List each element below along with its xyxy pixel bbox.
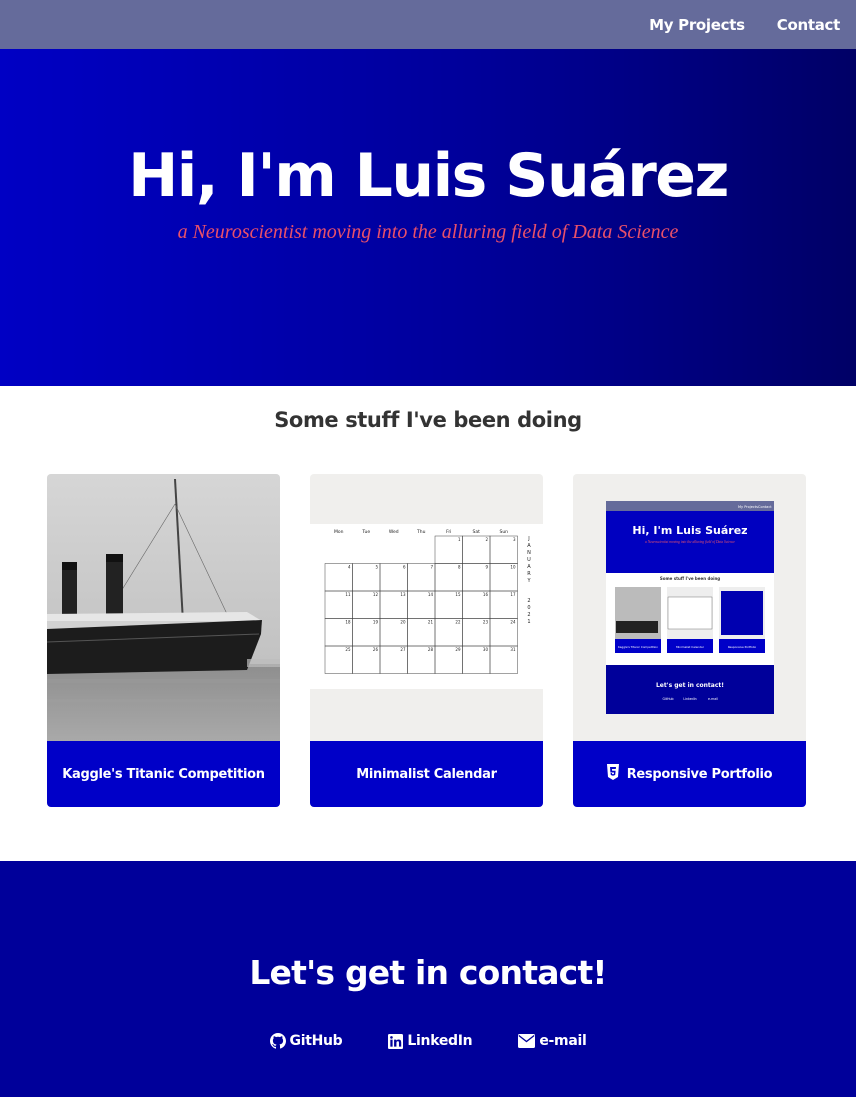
- calendar-day-number: 27: [400, 647, 406, 652]
- calendar-day-number: 5: [375, 565, 378, 570]
- calendar-day-number: 24: [510, 620, 516, 625]
- html5-icon: [606, 764, 619, 784]
- calendar-month-letter: Y: [526, 578, 531, 584]
- calendar-month-letter: R: [527, 571, 531, 577]
- calendar-year-digit: 2: [527, 612, 530, 618]
- project-title-titanic: Kaggle's Titanic Competition: [62, 766, 265, 782]
- email-link[interactable]: e-mail: [518, 1033, 587, 1049]
- calendar-preview: Mon Tue Wed Thu Fri Sat Sun 1 2 3 4 5 6 7 8 9 10 11 12 13 14…: [310, 474, 543, 741]
- calendar-day-number: 31: [510, 647, 516, 652]
- calendar-day-number: 7: [430, 565, 433, 570]
- github-icon: [269, 1033, 286, 1049]
- project-title-portfolio: Responsive Portfolio: [626, 766, 773, 782]
- nav-my-projects[interactable]: My Projects: [649, 16, 745, 34]
- svg-text:Some stuff I've been doing: Some stuff I've been doing: [660, 576, 720, 581]
- project-card-portfolio[interactable]: My Projects Contact Hi, I'm Luis Suárez …: [573, 474, 806, 807]
- calendar-day-number: 4: [348, 565, 351, 570]
- calendar-day-number: 30: [483, 647, 489, 652]
- svg-text:Minimalist Calendar: Minimalist Calendar: [676, 645, 705, 649]
- titanic-photo: [47, 474, 280, 741]
- email-label: e-mail: [539, 1033, 587, 1049]
- calendar-day-number: 18: [345, 620, 351, 625]
- calendar-month-letter: U: [527, 557, 531, 563]
- svg-text:Kaggle's Titanic Competition: Kaggle's Titanic Competition: [618, 645, 658, 649]
- linkedin-link[interactable]: LinkedIn: [388, 1033, 473, 1049]
- project-label-calendar: Minimalist Calendar: [310, 741, 543, 807]
- calendar-day-number: 3: [513, 537, 516, 542]
- calendar-month-letter: N: [527, 550, 531, 556]
- calendar-year-digit: 1: [527, 619, 530, 625]
- calendar-day-number: 15: [455, 592, 461, 597]
- top-nav: My Projects Contact: [0, 0, 856, 49]
- hero-section: Hi, I'm Luis Suárez a Neuroscientist mov…: [0, 49, 856, 386]
- project-card-calendar[interactable]: Mon Tue Wed Thu Fri Sat Sun 1 2 3 4 5 6 7 8 9 10 11 12 13 14…: [310, 474, 543, 807]
- calendar-day-number: 6: [403, 565, 406, 570]
- calendar-day-number: 25: [345, 647, 351, 652]
- calendar-weekday: Fri: [446, 529, 451, 535]
- hero-subtitle: a Neuroscientist moving into the allurin…: [177, 221, 679, 243]
- calendar-weekday: Tue: [361, 529, 370, 535]
- calendar-year-digit: 2: [527, 598, 530, 604]
- calendar-day-number: 19: [373, 620, 379, 625]
- svg-text:e-mail: e-mail: [708, 697, 718, 701]
- svg-text:My Projects: My Projects: [738, 505, 758, 509]
- calendar-month-letter: A: [527, 543, 531, 549]
- calendar-day-number: 10: [510, 565, 516, 570]
- calendar-day-number: 11: [345, 592, 351, 597]
- calendar-day-number: 23: [483, 620, 489, 625]
- project-title-calendar: Minimalist Calendar: [356, 766, 497, 782]
- calendar-grid: Mon Tue Wed Thu Fri Sat Sun1 2 34 5 6 7 8 9 1011 12 13 14…: [324, 529, 531, 674]
- svg-text:Let's get in contact!: Let's get in contact!: [656, 682, 724, 689]
- portfolio-preview: My Projects Contact Hi, I'm Luis Suárez …: [573, 474, 806, 741]
- calendar-day-number: 29: [455, 647, 461, 652]
- calendar-month-letter: J: [527, 536, 529, 542]
- github-label: GitHub: [289, 1033, 343, 1049]
- calendar-day-number: 28: [428, 647, 434, 652]
- svg-text:Contact: Contact: [758, 505, 772, 509]
- calendar-sheet: Mon Tue Wed Thu Fri Sat Sun 1 2 3 4 5 6 7 8 9 10 11 12 13 14…: [310, 524, 543, 689]
- projects-heading: Some stuff I've been doing: [274, 408, 582, 432]
- contact-section: Let's get in contact! GitHub LinkedIn e-…: [0, 861, 856, 1097]
- linkedin-icon: [388, 1033, 404, 1049]
- calendar-day-number: 9: [485, 565, 488, 570]
- calendar-day-number: 17: [510, 592, 516, 597]
- contact-links: GitHub LinkedIn e-mail: [0, 1033, 856, 1049]
- calendar-day-number: 12: [373, 592, 379, 597]
- portfolio-mini-screenshot: My Projects Contact Hi, I'm Luis Suárez …: [606, 501, 774, 714]
- calendar-day-number: 16: [483, 592, 489, 597]
- ship-photo-icon: [47, 474, 280, 741]
- contact-heading: Let's get in contact!: [249, 953, 607, 992]
- calendar-day-number: 22: [455, 620, 461, 625]
- calendar-weekday: Mon: [334, 529, 344, 535]
- project-label-portfolio: Responsive Portfolio: [573, 741, 806, 807]
- project-label-titanic: Kaggle's Titanic Competition: [47, 741, 280, 807]
- calendar-month-letter: A: [527, 564, 531, 570]
- calendar-weekday: Sat: [473, 529, 481, 535]
- github-link[interactable]: GitHub: [269, 1033, 343, 1049]
- calendar-weekday: Sun: [499, 529, 508, 535]
- calendar-year-digit: 0: [527, 605, 530, 611]
- calendar-day-number: 13: [400, 592, 406, 597]
- calendar-day-number: 26: [373, 647, 379, 652]
- calendar-day-number: 8: [458, 565, 461, 570]
- svg-text:GitHub: GitHub: [662, 697, 673, 701]
- envelope-icon: [518, 1034, 536, 1048]
- calendar-day-number: 1: [458, 537, 461, 542]
- nav-contact[interactable]: Contact: [777, 16, 841, 34]
- calendar-day-number: 21: [428, 620, 434, 625]
- project-card-titanic[interactable]: Kaggle's Titanic Competition: [47, 474, 280, 807]
- calendar-weekday: Wed: [389, 529, 399, 535]
- hero-title: Hi, I'm Luis Suárez: [128, 141, 729, 211]
- calendar-day-number: 14: [428, 592, 434, 597]
- linkedin-label: LinkedIn: [407, 1033, 473, 1049]
- svg-text:Hi, I'm Luis Suárez: Hi, I'm Luis Suárez: [632, 524, 747, 537]
- calendar-weekday: Thu: [416, 529, 426, 535]
- svg-text:Responsive Portfolio: Responsive Portfolio: [728, 645, 757, 649]
- svg-text:a Neuroscientist moving into t: a Neuroscientist moving into the allurin…: [645, 540, 735, 544]
- calendar-day-number: 20: [400, 620, 406, 625]
- svg-text:LinkedIn: LinkedIn: [683, 697, 696, 701]
- calendar-day-number: 2: [485, 537, 488, 542]
- portfolio-mini-render: My Projects Contact Hi, I'm Luis Suárez …: [606, 501, 774, 714]
